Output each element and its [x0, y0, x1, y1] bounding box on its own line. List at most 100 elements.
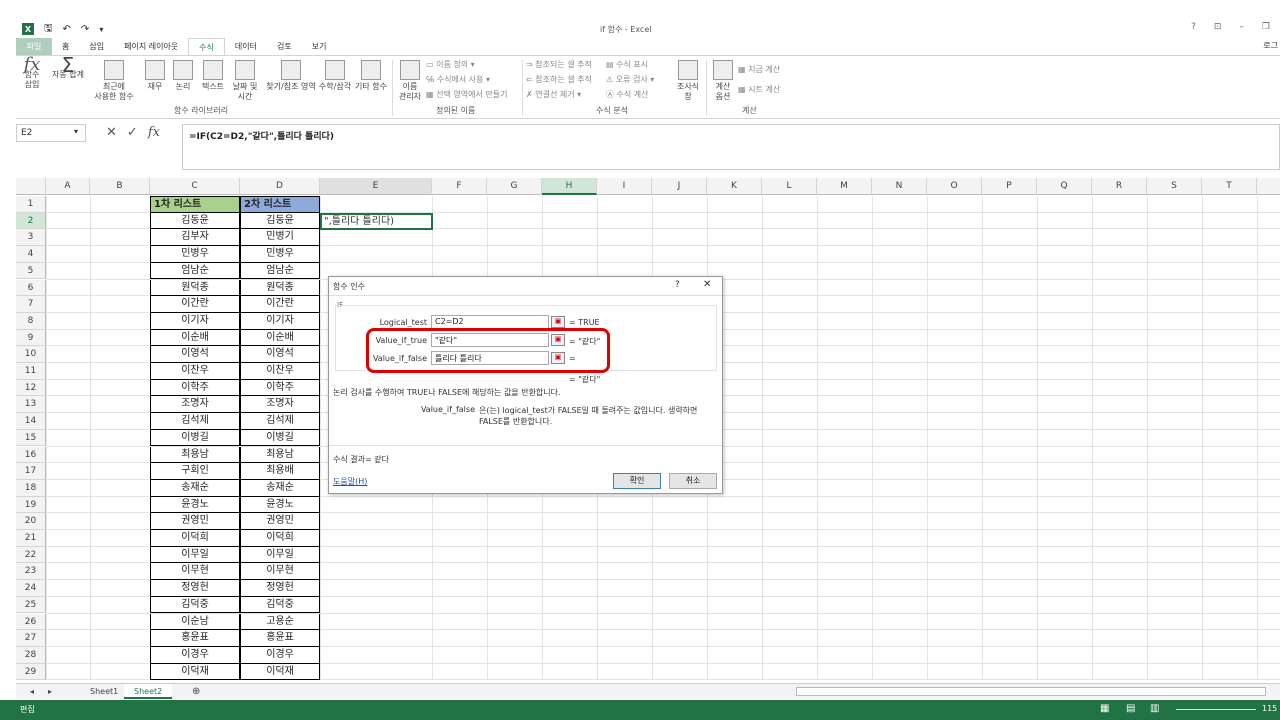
- row-header[interactable]: 16: [16, 446, 46, 464]
- math-button[interactable]: 수학/삼각: [312, 60, 358, 92]
- col-header[interactable]: [1257, 178, 1280, 195]
- tab-formulas[interactable]: 수식: [188, 38, 225, 55]
- list2-cell[interactable]: 권영민: [240, 513, 320, 530]
- add-sheet-icon[interactable]: ⊕: [182, 684, 210, 699]
- use-in-formula-button[interactable]: ℅ 수식에서 사용 ▾: [426, 74, 490, 85]
- row-header[interactable]: 17: [16, 463, 46, 480]
- calc-now-button[interactable]: ▦ 지금 계산: [738, 64, 780, 75]
- list2-cell[interactable]: 정영헌: [240, 580, 320, 597]
- col-header[interactable]: D: [240, 178, 320, 195]
- list2-cell[interactable]: 최용남: [240, 446, 320, 464]
- show-formulas-button[interactable]: ▤ 수식 표시: [606, 59, 648, 70]
- col-header[interactable]: M: [817, 178, 872, 195]
- row-header[interactable]: 2: [16, 212, 46, 230]
- list1-cell[interactable]: 이덕재: [150, 663, 240, 681]
- list1-cell[interactable]: 구회인: [150, 463, 240, 480]
- list1-header[interactable]: 1차 리스트: [150, 196, 240, 213]
- create-from-selection-button[interactable]: ▦ 선택 영역에서 만들기: [426, 89, 507, 100]
- col-header[interactable]: C: [150, 178, 240, 195]
- select-all-corner[interactable]: [16, 178, 46, 195]
- help-link[interactable]: 도움말(H): [333, 476, 367, 487]
- list1-cell[interactable]: 윤경노: [150, 496, 240, 514]
- col-header[interactable]: T: [1202, 178, 1257, 195]
- row-header[interactable]: 26: [16, 613, 46, 631]
- row-header[interactable]: 21: [16, 530, 46, 547]
- cancel-icon[interactable]: ✕: [106, 125, 117, 140]
- ribbon-display-icon[interactable]: ⊡: [1214, 22, 1222, 32]
- enter-icon[interactable]: ✓: [127, 125, 138, 140]
- col-header[interactable]: J: [652, 178, 707, 195]
- list2-cell[interactable]: 홍윤표: [240, 630, 320, 647]
- autosum-button[interactable]: Σ 자동 합계: [50, 55, 86, 80]
- col-header[interactable]: K: [707, 178, 762, 195]
- sheet-tab-sheet2[interactable]: Sheet2: [124, 684, 173, 699]
- list1-cell[interactable]: 홍윤표: [150, 630, 240, 647]
- row-header[interactable]: 3: [16, 229, 46, 247]
- sheet-tab-sheet1[interactable]: Sheet1: [80, 684, 128, 699]
- list1-cell[interactable]: 이병길: [150, 429, 240, 447]
- list1-cell[interactable]: 정영헌: [150, 580, 240, 597]
- name-box-dropdown-icon[interactable]: ▾: [74, 127, 78, 136]
- col-header[interactable]: S: [1147, 178, 1202, 195]
- list2-cell[interactable]: 조명자: [240, 396, 320, 414]
- row-header[interactable]: 7: [16, 296, 46, 313]
- list1-cell[interactable]: 원덕종: [150, 279, 240, 297]
- row-header[interactable]: 28: [16, 646, 46, 664]
- list2-cell[interactable]: 이간란: [240, 296, 320, 313]
- list1-cell[interactable]: 이순배: [150, 329, 240, 347]
- list1-cell[interactable]: 민병우: [150, 246, 240, 263]
- col-header[interactable]: A: [46, 178, 90, 195]
- datetime-button[interactable]: 날짜 및 시간: [228, 60, 262, 102]
- list2-cell[interactable]: 이순배: [240, 329, 320, 347]
- col-header[interactable]: H: [542, 178, 597, 195]
- redo-icon[interactable]: ↷: [81, 24, 89, 35]
- list2-cell[interactable]: 이무일: [240, 546, 320, 564]
- row-header[interactable]: 9: [16, 329, 46, 347]
- zoom-level[interactable]: 115: [1262, 704, 1277, 713]
- col-header[interactable]: I: [597, 178, 652, 195]
- row-header[interactable]: 8: [16, 312, 46, 330]
- customize-qat-icon[interactable]: ▾: [99, 25, 103, 34]
- list2-cell[interactable]: 송재순: [240, 479, 320, 497]
- cancel-button[interactable]: 취소: [669, 473, 717, 489]
- list2-cell[interactable]: 고용순: [240, 613, 320, 631]
- col-header[interactable]: B: [90, 178, 150, 195]
- zoom-slider[interactable]: [1176, 709, 1256, 710]
- name-manager-button[interactable]: 이름 관리자: [396, 60, 424, 102]
- col-header[interactable]: N: [872, 178, 927, 195]
- col-header[interactable]: G: [487, 178, 542, 195]
- list2-cell[interactable]: 김석제: [240, 413, 320, 430]
- list1-cell[interactable]: 이간란: [150, 296, 240, 313]
- active-cell-e2[interactable]: ",틀리다 틀리다): [320, 212, 433, 231]
- col-header[interactable]: O: [927, 178, 982, 195]
- tab-insert[interactable]: 삽입: [79, 38, 114, 55]
- restore-icon[interactable]: ❐: [1262, 22, 1270, 32]
- financial-button[interactable]: 재무: [142, 60, 168, 92]
- col-header[interactable]: L: [762, 178, 817, 195]
- row-header[interactable]: 11: [16, 363, 46, 380]
- list1-cell[interactable]: 이학주: [150, 379, 240, 397]
- user-name[interactable]: 로그: [1263, 40, 1278, 51]
- list1-cell[interactable]: 권영민: [150, 513, 240, 530]
- list2-cell[interactable]: 이무현: [240, 563, 320, 581]
- define-name-button[interactable]: ▭ 이름 정의 ▾: [426, 59, 475, 70]
- tab-data[interactable]: 데이터: [225, 38, 267, 55]
- row-header[interactable]: 4: [16, 246, 46, 263]
- row-header[interactable]: 15: [16, 429, 46, 447]
- row-header[interactable]: 14: [16, 413, 46, 430]
- next-sheet-icon[interactable]: ▸: [38, 684, 62, 699]
- list1-cell[interactable]: 이경우: [150, 646, 240, 664]
- dialog-help-button[interactable]: ?: [675, 280, 680, 290]
- list1-cell[interactable]: 김석제: [150, 413, 240, 430]
- logical-button[interactable]: 논리: [170, 60, 196, 92]
- tab-file[interactable]: 파일: [16, 38, 52, 55]
- row-header[interactable]: 25: [16, 596, 46, 614]
- trace-precedents-button[interactable]: ⇒ 참조되는 셀 추적: [526, 59, 592, 70]
- list2-cell[interactable]: 민병기: [240, 229, 320, 247]
- row-header[interactable]: 27: [16, 630, 46, 647]
- list2-cell[interactable]: 이경우: [240, 646, 320, 664]
- undo-icon[interactable]: ↶: [63, 24, 71, 35]
- horizontal-scrollbar[interactable]: [796, 687, 1266, 696]
- row-header[interactable]: 10: [16, 346, 46, 363]
- row-header[interactable]: 13: [16, 396, 46, 414]
